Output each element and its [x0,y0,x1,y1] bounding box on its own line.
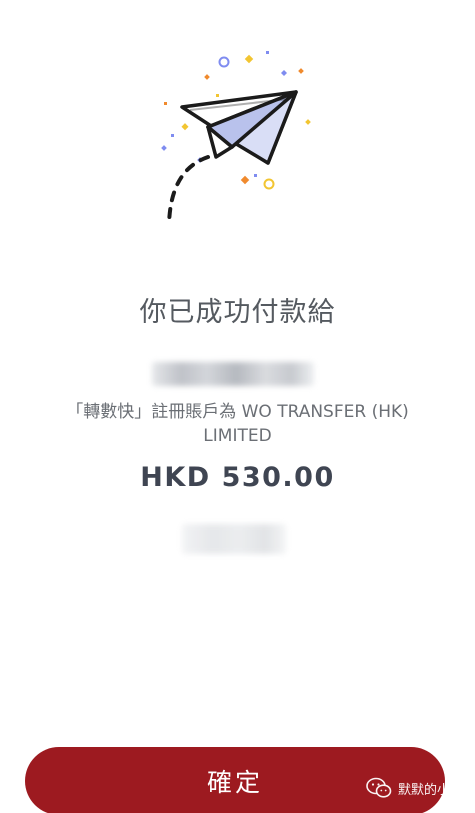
watermark-text: 默默的小站 [397,782,463,798]
paper-plane-icon [161,51,311,227]
reference-redacted [182,524,286,554]
watermark: 默默的小站 [366,777,463,799]
recipient-name-redacted [152,362,314,386]
success-title: 你已成功付款給 [139,297,336,328]
wechat-icon [366,777,392,798]
recipient-description: 「轉數快」註冊賬戶為 WO TRANSFER (HK) LIMITED [66,402,409,446]
payment-success-screen: 你已成功付款給 「轉數快」註冊賬戶為 WO TRANSFER (HK) LIMI… [0,0,475,813]
payment-amount: HKD 530.00 [140,462,335,493]
